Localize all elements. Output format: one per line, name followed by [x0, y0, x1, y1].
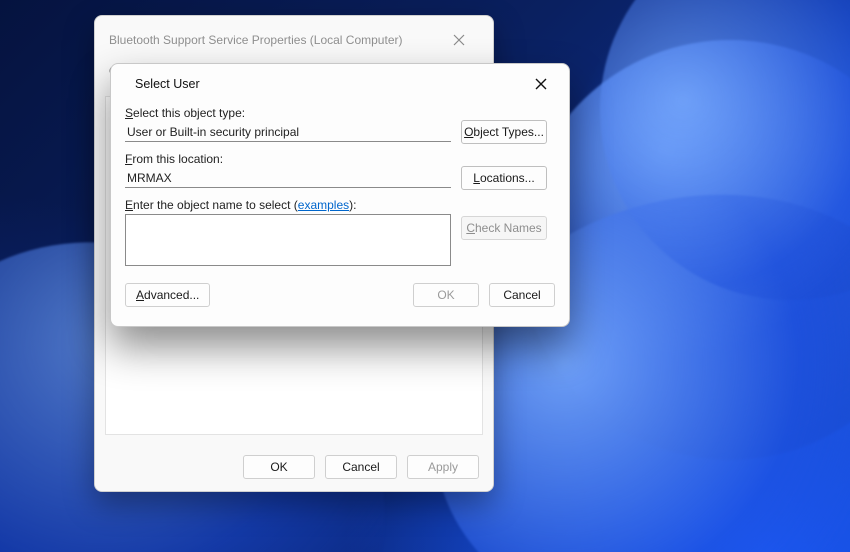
object-type-label: Select this object type: — [125, 106, 451, 120]
properties-titlebar: Bluetooth Support Service Properties (Lo… — [95, 16, 493, 64]
check-names-button[interactable]: Check Names — [461, 216, 547, 240]
properties-button-bar: OK Cancel Apply — [95, 443, 493, 491]
close-icon — [453, 34, 465, 46]
select-user-close-button[interactable] — [521, 68, 561, 100]
locations-button[interactable]: Locations... — [461, 166, 547, 190]
object-types-button[interactable]: Object Types... — [461, 120, 547, 144]
location-field: MRMAX — [125, 168, 451, 188]
advanced-button[interactable]: Advanced... — [125, 283, 210, 307]
select-user-title: Select User — [135, 77, 521, 91]
properties-title: Bluetooth Support Service Properties (Lo… — [109, 33, 439, 47]
select-user-cancel-button[interactable]: Cancel — [489, 283, 555, 307]
properties-close-button[interactable] — [439, 20, 479, 60]
location-label: From this location: — [125, 152, 451, 166]
examples-link[interactable]: examples — [298, 198, 349, 212]
properties-apply-button[interactable]: Apply — [407, 455, 479, 479]
select-user-titlebar: Select User — [111, 64, 569, 104]
properties-ok-button[interactable]: OK — [243, 455, 315, 479]
object-type-field: User or Built-in security principal — [125, 122, 451, 142]
properties-cancel-button[interactable]: Cancel — [325, 455, 397, 479]
object-name-label: Enter the object name to select (example… — [125, 198, 451, 212]
object-name-input[interactable] — [125, 214, 451, 266]
select-user-ok-button[interactable]: OK — [413, 283, 479, 307]
select-user-dialog: Select User Select this object type: Use… — [110, 63, 570, 327]
close-icon — [535, 78, 547, 90]
